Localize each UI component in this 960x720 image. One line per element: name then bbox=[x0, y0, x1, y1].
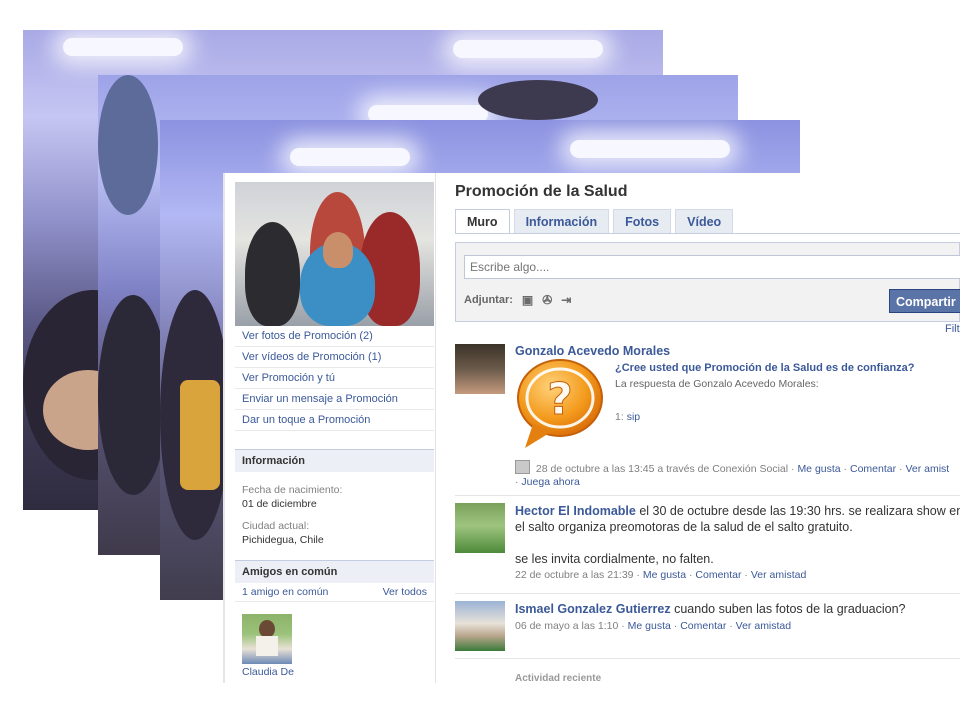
main-column: Promoción de la Salud Muro Información F… bbox=[455, 173, 960, 683]
like-link[interactable]: Me gusta bbox=[628, 620, 671, 632]
tab-wall[interactable]: Muro bbox=[455, 209, 510, 233]
story-timestamp[interactable]: 22 de octubre a las 21:39 bbox=[515, 569, 634, 581]
story-timestamp[interactable]: 28 de octubre a las 13:45 a través de Co… bbox=[536, 463, 788, 475]
answer-intro: La respuesta de Gonzalo Acevedo Morales: bbox=[615, 378, 819, 390]
story-author[interactable]: Gonzalo Acevedo Morales bbox=[515, 344, 960, 358]
tab-photos[interactable]: Fotos bbox=[613, 209, 672, 233]
story-message-2: se les invita cordialmente, no falten. bbox=[515, 552, 714, 566]
like-link[interactable]: Me gusta bbox=[643, 569, 686, 581]
story-message: cuando suben las fotos de la graduacion? bbox=[670, 602, 906, 616]
friend-avatar[interactable] bbox=[242, 614, 292, 664]
birth-label: Fecha de nacimiento: bbox=[242, 484, 343, 496]
attach-row: Adjuntar: ▣ ✇ ⇥ bbox=[464, 293, 571, 307]
play-now-link[interactable]: Juega ahora bbox=[521, 476, 579, 488]
story-timestamp[interactable]: 06 de mayo a las 1:10 bbox=[515, 620, 618, 632]
story-1: Gonzalo Acevedo Morales ? ¿Cree usted qu… bbox=[455, 344, 960, 494]
story-author[interactable]: Hector El Indomable bbox=[515, 504, 636, 518]
avatar[interactable] bbox=[455, 344, 505, 394]
like-link[interactable]: Me gusta bbox=[797, 463, 840, 475]
story-2: Hector El Indomable el 30 de octubre des… bbox=[455, 503, 960, 588]
story-author[interactable]: Ismael Gonzalez Gutierrez bbox=[515, 602, 671, 616]
story-meta: 28 de octubre a las 13:45 a través de Co… bbox=[515, 460, 960, 489]
tab-info[interactable]: Información bbox=[513, 209, 610, 233]
question-title[interactable]: ¿Cree usted que Promoción de la Salud es… bbox=[615, 362, 915, 374]
see-friendship-link[interactable]: Ver amist bbox=[905, 463, 949, 475]
story-meta: 06 de mayo a las 1:10 · Me gusta · Comen… bbox=[515, 620, 792, 632]
filter-link[interactable]: Filt bbox=[945, 323, 960, 335]
story-3: Ismael Gonzalez Gutierrez cuando suben l… bbox=[455, 601, 960, 661]
attach-label: Adjuntar: bbox=[464, 294, 513, 306]
city-label: Ciudad actual: bbox=[242, 520, 310, 532]
profile-links: Ver fotos de Promoción (2) Ver vídeos de… bbox=[235, 326, 434, 431]
info-box: Fecha de nacimiento: 01 de diciembre Ciu… bbox=[235, 472, 434, 552]
story-body: Gonzalo Acevedo Morales ? ¿Cree usted qu… bbox=[515, 344, 960, 488]
story-body: Hector El Indomable el 30 de octubre des… bbox=[515, 503, 960, 582]
see-friendship-link[interactable]: Ver amistad bbox=[736, 620, 791, 632]
avatar[interactable] bbox=[455, 503, 505, 553]
comment-link[interactable]: Comentar bbox=[680, 620, 726, 632]
link-view-videos[interactable]: Ver vídeos de Promoción (1) bbox=[235, 347, 434, 368]
svg-text:?: ? bbox=[547, 374, 573, 425]
mutual-friends-count-link[interactable]: 1 amigo en común bbox=[242, 586, 328, 598]
story-text: Hector El Indomable el 30 de octubre des… bbox=[515, 503, 960, 535]
answer-line: 1: sip bbox=[615, 411, 640, 423]
mutual-friends-row: 1 amigo en común Ver todos bbox=[235, 583, 434, 602]
left-column: Ver fotos de Promoción (2) Ver vídeos de… bbox=[235, 182, 434, 680]
composer-box: Adjuntar: ▣ ✇ ⇥ Compartir bbox=[455, 242, 960, 322]
link-view-photos[interactable]: Ver fotos de Promoción (2) bbox=[235, 326, 434, 347]
share-button[interactable]: Compartir bbox=[889, 289, 960, 313]
profile-picture[interactable] bbox=[235, 182, 434, 326]
tab-bar: Muro Información Fotos Vídeo bbox=[455, 209, 960, 234]
city-value: Pichidegua, Chile bbox=[242, 534, 324, 546]
link-icon[interactable]: ⇥ bbox=[561, 293, 571, 307]
link-send-message[interactable]: Enviar un mensaje a Promoción bbox=[235, 389, 434, 410]
see-friendship-link[interactable]: Ver amistad bbox=[751, 569, 806, 581]
tab-video[interactable]: Vídeo bbox=[675, 209, 734, 233]
composer-input[interactable] bbox=[464, 255, 960, 279]
avatar[interactable] bbox=[455, 601, 505, 651]
facebook-page-window: Ver fotos de Promoción (2) Ver vídeos de… bbox=[225, 173, 960, 683]
app-icon bbox=[515, 460, 530, 474]
recent-activity-heading: Actividad reciente bbox=[515, 673, 602, 683]
see-all-friends-link[interactable]: Ver todos bbox=[383, 586, 427, 598]
link-view-you-and-page[interactable]: Ver Promoción y tú bbox=[235, 368, 434, 389]
link-poke[interactable]: Dar un toque a Promoción bbox=[235, 410, 434, 431]
video-icon[interactable]: ✇ bbox=[542, 293, 552, 307]
page-title: Promoción de la Salud bbox=[455, 183, 628, 200]
info-heading: Información bbox=[235, 449, 434, 472]
photo-icon[interactable]: ▣ bbox=[522, 293, 533, 307]
comment-link[interactable]: Comentar bbox=[695, 569, 741, 581]
friend-name-link[interactable]: Claudia De bbox=[235, 664, 434, 680]
story-separator bbox=[455, 593, 960, 594]
column-divider bbox=[435, 173, 436, 683]
comment-link[interactable]: Comentar bbox=[850, 463, 896, 475]
answer-text: sip bbox=[626, 411, 641, 423]
story-text: Ismael Gonzalez Gutierrez cuando suben l… bbox=[515, 601, 960, 617]
story-body: Ismael Gonzalez Gutierrez cuando suben l… bbox=[515, 601, 960, 633]
story-separator bbox=[455, 658, 960, 659]
birth-value: 01 de diciembre bbox=[242, 498, 317, 510]
answer-number: 1: bbox=[615, 411, 624, 423]
story-separator bbox=[455, 495, 960, 496]
mutual-friends-heading: Amigos en común bbox=[235, 560, 434, 583]
story-meta: 22 de octubre a las 21:39 · Me gusta · C… bbox=[515, 569, 807, 581]
question-bubble-icon: ? bbox=[517, 359, 603, 448]
